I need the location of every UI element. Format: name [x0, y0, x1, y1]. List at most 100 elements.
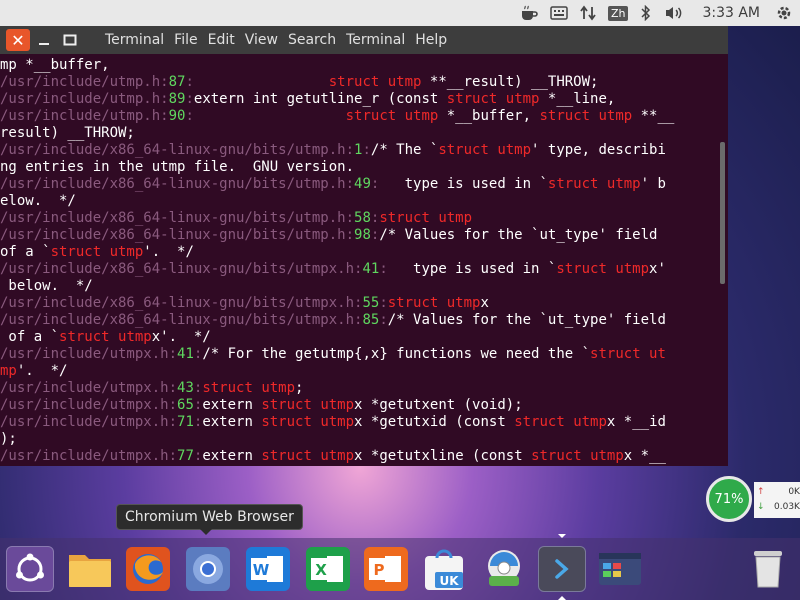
terminal-text-segment: struct utmp — [345, 108, 439, 124]
settings-gear-icon[interactable] — [770, 0, 800, 26]
terminal-text-segment: 87 — [168, 74, 186, 90]
menu-help[interactable]: Help — [410, 32, 452, 48]
coffee-icon[interactable] — [514, 0, 544, 26]
terminal-text-segment: : — [168, 448, 178, 464]
terminal-text-segment: /usr/include/utmp.h — [0, 91, 161, 107]
files-icon[interactable] — [66, 546, 114, 592]
terminal-text-segment: : — [362, 142, 371, 158]
terminal-text-segment: /usr/include/utmpx.h — [0, 414, 169, 430]
terminal-text-segment: : — [345, 176, 355, 192]
scrollbar-thumb[interactable] — [720, 142, 725, 284]
menu-view[interactable]: View — [240, 32, 283, 48]
terminal-line: mp'. */ — [0, 363, 718, 380]
terminal-text-segment: struct utmp — [446, 91, 540, 107]
wps-writer-icon[interactable]: W — [244, 546, 292, 592]
clock[interactable]: 3:33 AM — [690, 5, 770, 21]
bluetooth-icon[interactable] — [634, 0, 658, 26]
volume-icon[interactable] — [658, 0, 690, 26]
terminal-text-segment: struct utmp — [387, 295, 481, 311]
close-button[interactable]: ✕ — [6, 29, 30, 51]
terminal-text-segment: 98 — [354, 227, 371, 243]
terminal-text-segment: /* Values for the `ut_type' field — [387, 312, 666, 328]
terminal-line: ng entries in the utmp file. GNU version… — [0, 159, 718, 176]
dash-home-icon[interactable] — [6, 546, 54, 592]
terminal-text-segment: struct utmp — [556, 261, 650, 277]
terminal-text-segment: extern — [202, 448, 262, 464]
workspace-switcher-icon[interactable] — [596, 546, 644, 592]
terminal-text-segment: : — [168, 397, 178, 413]
terminal-line: /usr/include/x86_64-linux-gnu/bits/utmp.… — [0, 210, 718, 227]
dock-tooltip: Chromium Web Browser — [116, 504, 303, 530]
terminal-line: /usr/include/x86_64-linux-gnu/bits/utmp.… — [0, 176, 718, 193]
ubuntu-software-icon[interactable]: UK — [420, 546, 468, 592]
terminal-icon[interactable] — [538, 546, 586, 592]
terminal-text-segment: : — [185, 91, 194, 107]
terminal-text-segment: of a ` — [0, 329, 60, 345]
terminal-text-segment: '. */ — [143, 244, 194, 260]
terminal-window[interactable]: ✕ Terminal File Edit View Search Termina… — [0, 26, 728, 466]
wps-spreadsheets-icon[interactable]: X — [304, 546, 352, 592]
running-indicator — [558, 534, 566, 538]
input-method-indicator[interactable]: Zh — [602, 0, 635, 26]
terminal-output[interactable]: mp *__buffer,/usr/include/utmp.h:87: str… — [0, 54, 718, 466]
terminal-text-segment: : — [345, 210, 355, 226]
system-monitor-icon[interactable] — [480, 546, 528, 592]
terminal-text-segment: x *__ — [623, 448, 666, 464]
terminal-text-segment: : — [160, 91, 169, 107]
terminal-line: /usr/include/utmp.h:90: struct utmp *__b… — [0, 108, 718, 125]
title-bar[interactable]: ✕ Terminal File Edit View Search Termina… — [0, 26, 728, 54]
terminal-line: mp *__buffer, — [0, 57, 718, 74]
terminal-text-segment: : — [345, 227, 355, 243]
upload-rate: 0K/ — [788, 486, 800, 497]
terminal-text-segment: '. */ — [16, 363, 68, 379]
menu-edit[interactable]: Edit — [203, 32, 240, 48]
cpu-usage-gauge: 71% — [706, 476, 752, 522]
running-indicator — [558, 596, 566, 600]
terminal-text-segment: : — [379, 295, 388, 311]
terminal-line: /usr/include/utmpx.h:71:extern struct ut… — [0, 414, 718, 431]
svg-text:X: X — [315, 561, 327, 579]
terminal-text-segment: type is used in ` — [379, 176, 548, 192]
terminal-text-segment: mp — [0, 363, 17, 379]
wps-presentation-icon[interactable]: P — [362, 546, 410, 592]
terminal-text-segment: : — [160, 108, 169, 124]
menu-file[interactable]: File — [169, 32, 202, 48]
network-transfer-icon[interactable] — [574, 0, 602, 26]
tooltip-tail — [200, 529, 212, 535]
terminal-line: /usr/include/utmpx.h:43:struct utmp; — [0, 380, 718, 397]
terminal-line: below. */ — [0, 278, 718, 295]
terminal-text-segment: : — [379, 312, 388, 328]
terminal-text-segment: : — [168, 380, 178, 396]
terminal-text-segment: type is used in ` — [387, 261, 557, 277]
terminal-text-segment: extern — [202, 397, 262, 413]
dock: W X P UK — [0, 538, 800, 600]
chromium-icon[interactable] — [184, 546, 232, 592]
terminal-line: /usr/include/x86_64-linux-gnu/bits/utmp.… — [0, 142, 718, 159]
menu-search[interactable]: Search — [283, 32, 341, 48]
terminal-text-segment: struct utmp — [514, 414, 607, 430]
upload-arrow-icon: ↑ — [757, 486, 765, 497]
trash-icon[interactable] — [744, 546, 792, 592]
terminal-text-segment: : — [185, 108, 194, 124]
menu-terminal-app[interactable]: Terminal — [100, 32, 169, 48]
keyboard-icon[interactable] — [544, 0, 574, 26]
terminal-text-segment: : — [160, 74, 169, 90]
terminal-text-segment: /usr/include/utmpx.h — [0, 346, 169, 362]
firefox-icon[interactable] — [124, 546, 172, 592]
terminal-line: of a `struct utmpx'. */ — [0, 329, 718, 346]
terminal-text-segment: struct utmp — [438, 142, 532, 158]
terminal-text-segment: *__buffer, — [438, 108, 540, 124]
terminal-text-segment: 89 — [168, 91, 186, 107]
terminal-text-segment: 41 — [362, 261, 380, 277]
terminal-text-segment: : — [379, 261, 388, 277]
maximize-button[interactable] — [58, 29, 82, 51]
terminal-text-segment: : — [168, 414, 178, 430]
menu-terminal[interactable]: Terminal — [341, 32, 410, 48]
terminal-text-segment: struct utmp — [379, 210, 473, 226]
terminal-text-segment: 71 — [177, 414, 194, 430]
terminal-text-segment: ' type, describi — [531, 142, 666, 158]
terminal-text-segment: 41 — [177, 346, 194, 362]
net-speed-widget[interactable]: 71% ↑ 0K/ ↓ 0.03K/ — [706, 476, 800, 522]
minimize-button[interactable] — [32, 29, 56, 51]
